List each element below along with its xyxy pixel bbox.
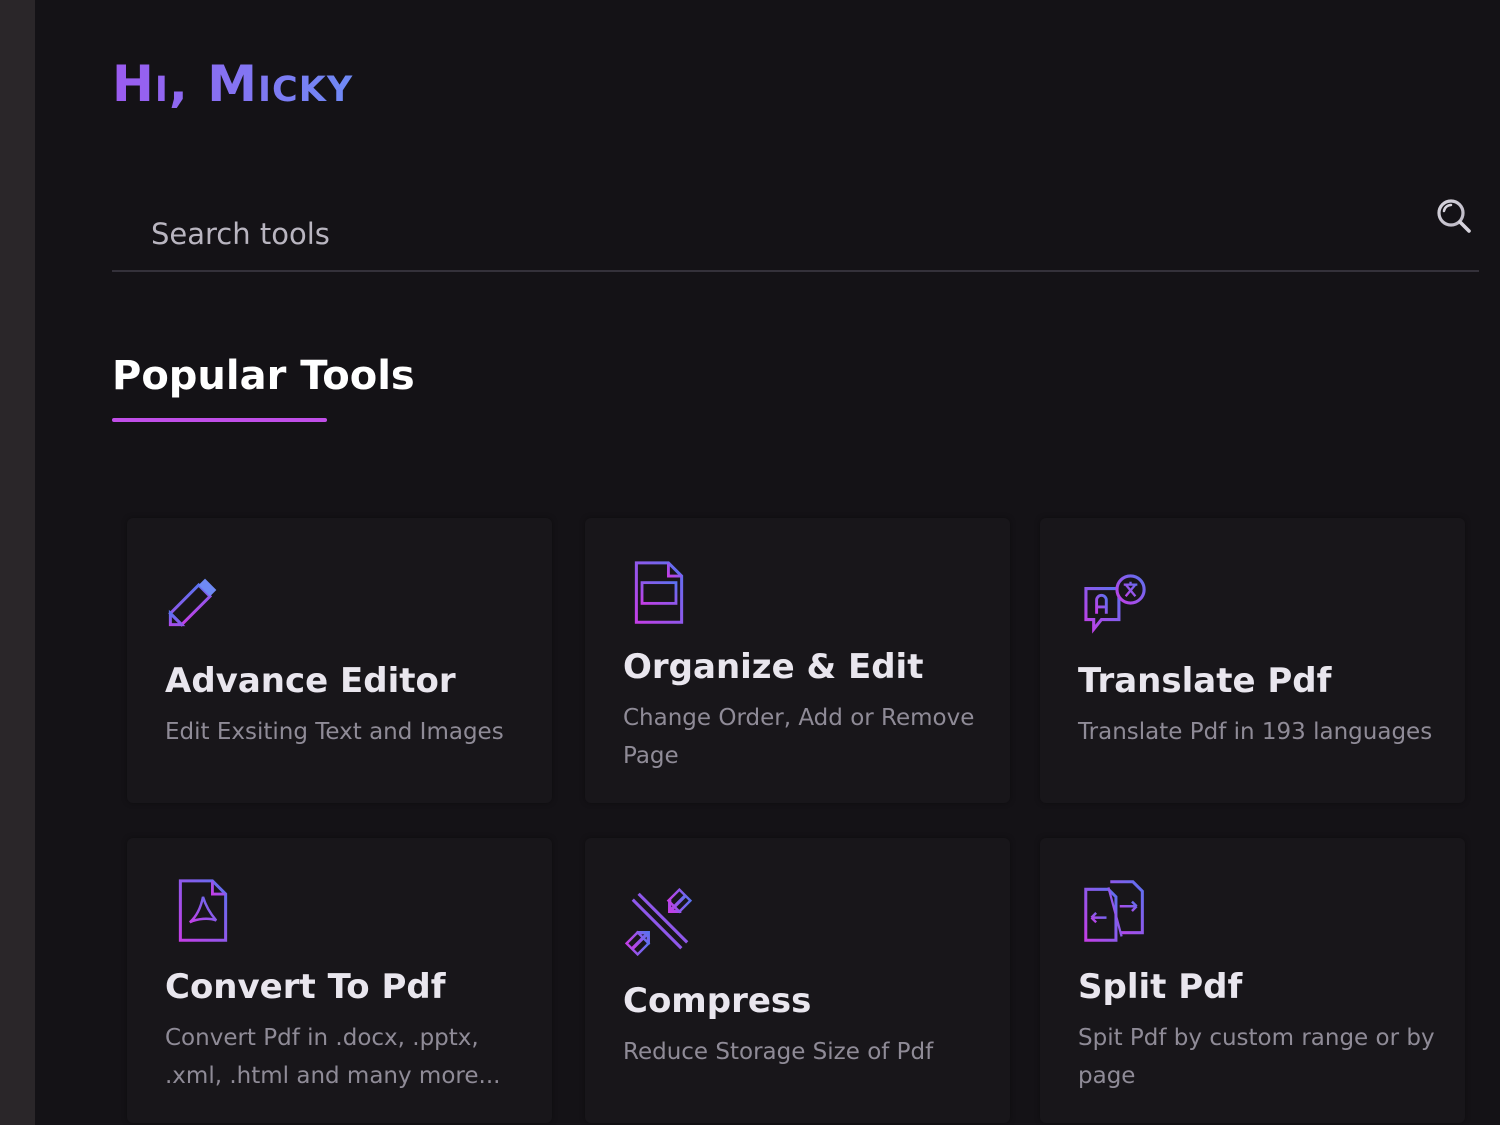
tool-description: Translate Pdf in 193 languages [1078, 719, 1433, 745]
search-input[interactable] [149, 211, 1353, 257]
compress-icon [625, 888, 693, 956]
greeting-title: Hi, Micky [112, 55, 354, 113]
translate-icon [1084, 574, 1146, 634]
split-file-icon [1084, 880, 1144, 942]
tool-title: Advance Editor [165, 661, 456, 701]
tool-card-compress[interactable]: Compress Reduce Storage Size of Pdf [585, 838, 1010, 1123]
pencil-icon [168, 578, 217, 627]
tool-description: Reduce Storage Size of Pdf [623, 1039, 934, 1065]
tool-title: Organize & Edit [623, 647, 924, 687]
left-sidebar-edge [0, 0, 35, 1125]
tool-description: Edit Exsiting Text and Images [165, 719, 504, 745]
tool-description: Spit Pdf by custom range or by page [1078, 1025, 1435, 1089]
tool-card-advance-editor[interactable]: Advance Editor Edit Exsiting Text and Im… [127, 518, 552, 803]
section-title-underline [112, 418, 327, 422]
tool-card-translate-pdf[interactable]: Translate Pdf Translate Pdf in 193 langu… [1040, 518, 1465, 803]
search-icon[interactable] [1435, 197, 1473, 235]
tool-title: Translate Pdf [1078, 661, 1332, 701]
tool-title: Split Pdf [1078, 967, 1243, 1007]
section-title: Popular Tools [112, 353, 415, 399]
tool-description: Change Order, Add or Remove Page [623, 705, 975, 769]
search-bar [112, 195, 1479, 272]
document-layout-icon [634, 561, 684, 624]
pdf-file-icon [178, 879, 228, 942]
tool-title: Convert To Pdf [165, 967, 446, 1007]
tool-card-convert-to-pdf[interactable]: Convert To Pdf Convert Pdf in .docx, .pp… [127, 838, 552, 1123]
tool-title: Compress [623, 981, 812, 1021]
main-content: Hi, Micky Popular Tools [35, 0, 1500, 1125]
tool-card-split-pdf[interactable]: Split Pdf Spit Pdf by custom range or by… [1040, 838, 1465, 1123]
tool-description: Convert Pdf in .docx, .pptx, .xml, .html… [165, 1025, 501, 1089]
tool-card-organize-edit[interactable]: Organize & Edit Change Order, Add or Rem… [585, 518, 1010, 803]
